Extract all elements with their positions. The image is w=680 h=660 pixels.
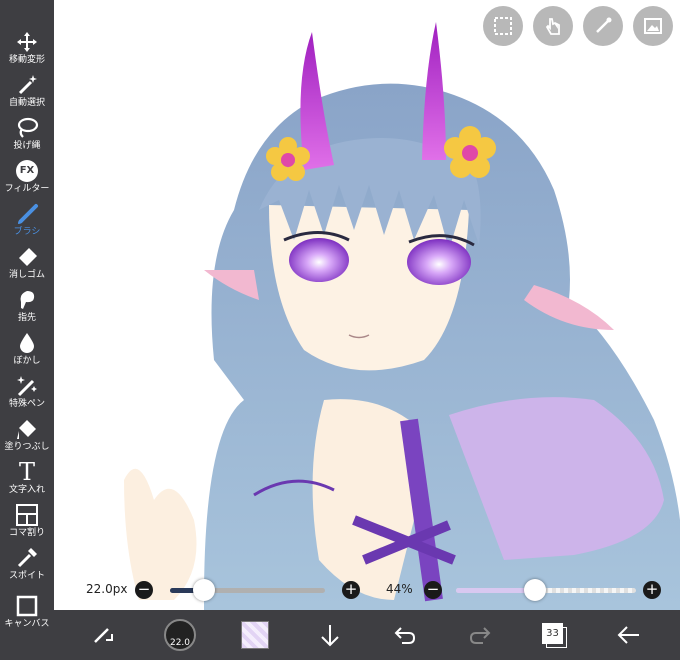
filter-fx-icon: FX bbox=[14, 159, 40, 183]
tool-label: スポイト bbox=[8, 571, 45, 581]
minus-icon: − bbox=[426, 580, 440, 598]
gesture-hand-icon bbox=[545, 18, 560, 35]
move-icon bbox=[14, 30, 40, 54]
selection-button[interactable] bbox=[483, 6, 523, 46]
tool-label: 消しゴム bbox=[8, 270, 45, 280]
fx-badge: FX bbox=[16, 160, 38, 182]
tool-label: ぼかし bbox=[13, 356, 41, 366]
brush-size-decrease-button[interactable]: − bbox=[135, 581, 153, 599]
material-button[interactable] bbox=[633, 6, 673, 46]
ruler-button[interactable] bbox=[583, 6, 623, 46]
redo-button[interactable] bbox=[455, 610, 505, 660]
tool-fill[interactable]: 塗りつぶし bbox=[0, 417, 54, 459]
brush-size-badge: 22.0 bbox=[169, 638, 191, 648]
opacity-increase-button[interactable]: + bbox=[643, 581, 661, 599]
brush-size-icon: 22.0 bbox=[164, 619, 196, 651]
brush-icon bbox=[14, 202, 40, 226]
tool-sidebar: 移動変形 自動選択 投げ縄 FX フィルター ブラシ 消しゴム 指先 ぼかし 特… bbox=[0, 0, 54, 660]
eraser-icon bbox=[14, 245, 40, 269]
tool-canvas[interactable]: キャンバス bbox=[0, 594, 54, 636]
tool-blur[interactable]: ぼかし bbox=[0, 331, 54, 373]
plus-icon: + bbox=[645, 580, 659, 598]
download-button[interactable] bbox=[305, 610, 355, 660]
tool-label: 移動変形 bbox=[8, 55, 45, 65]
tool-special-pen[interactable]: 特殊ペン bbox=[0, 374, 54, 416]
tool-label: 塗りつぶし bbox=[4, 442, 50, 452]
tool-finger[interactable]: 指先 bbox=[0, 288, 54, 330]
fill-bucket-icon bbox=[14, 417, 40, 441]
tool-filter[interactable]: FX フィルター bbox=[0, 159, 54, 201]
undo-icon bbox=[394, 627, 416, 644]
artwork-illustration bbox=[124, 22, 680, 610]
tool-label: 自動選択 bbox=[8, 98, 45, 108]
special-pen-icon bbox=[14, 374, 40, 398]
back-button[interactable] bbox=[604, 610, 654, 660]
tool-brush[interactable]: ブラシ bbox=[0, 202, 54, 244]
blur-drop-icon bbox=[14, 331, 40, 355]
text-glyph: T bbox=[18, 458, 35, 486]
brush-size-value: 22.0px bbox=[86, 582, 128, 596]
tool-label: フィルター bbox=[4, 184, 50, 194]
tool-label: ブラシ bbox=[13, 227, 41, 237]
tool-lasso[interactable]: 投げ縄 bbox=[0, 116, 54, 158]
brush-size-thumb[interactable] bbox=[193, 579, 216, 601]
tool-label: コマ割り bbox=[8, 528, 45, 538]
tool-move-transform[interactable]: 移動変形 bbox=[0, 30, 54, 72]
brush-size-increase-button[interactable]: + bbox=[342, 581, 360, 599]
color-swatch-icon bbox=[241, 621, 269, 649]
undo-button[interactable] bbox=[380, 610, 430, 660]
eyedropper-icon bbox=[14, 546, 40, 570]
plus-icon: + bbox=[344, 580, 358, 598]
back-arrow-icon bbox=[617, 626, 639, 644]
minus-icon: − bbox=[137, 580, 151, 598]
color-button[interactable] bbox=[230, 610, 280, 660]
material-image-icon bbox=[644, 18, 662, 34]
tool-frame-divider[interactable]: コマ割り bbox=[0, 503, 54, 545]
lasso-icon bbox=[14, 116, 40, 140]
text-icon: T bbox=[14, 460, 40, 484]
tool-eraser[interactable]: 消しゴム bbox=[0, 245, 54, 287]
layers-icon: 33 bbox=[541, 622, 567, 648]
brush-size-button[interactable]: 22.0 bbox=[155, 610, 205, 660]
bottom-toolbar: 22.0 33 bbox=[54, 610, 680, 660]
ruler-icon bbox=[596, 17, 612, 33]
finger-smudge-icon bbox=[14, 288, 40, 312]
layers-button[interactable]: 33 bbox=[529, 610, 579, 660]
frame-divider-icon bbox=[14, 503, 40, 527]
redo-icon bbox=[469, 627, 491, 644]
transform-switch-icon bbox=[94, 628, 113, 643]
opacity-decrease-button[interactable]: − bbox=[424, 581, 442, 599]
tool-label: 文字入れ bbox=[8, 485, 45, 495]
canvas-icon bbox=[14, 594, 40, 618]
magic-wand-icon bbox=[14, 73, 40, 97]
download-icon bbox=[321, 625, 339, 647]
layer-count: 33 bbox=[542, 623, 563, 644]
tool-label: 指先 bbox=[17, 313, 36, 323]
tool-eyedropper[interactable]: スポイト bbox=[0, 546, 54, 588]
opacity-value: 44% bbox=[386, 582, 413, 596]
gesture-button[interactable] bbox=[533, 6, 573, 46]
tool-label: 特殊ペン bbox=[8, 399, 45, 409]
tool-text[interactable]: T 文字入れ bbox=[0, 460, 54, 502]
tool-label: 投げ縄 bbox=[13, 141, 41, 151]
transform-switch-button[interactable] bbox=[78, 610, 128, 660]
selection-icon bbox=[494, 17, 512, 35]
opacity-slider[interactable] bbox=[456, 588, 636, 593]
drawing-canvas[interactable] bbox=[54, 0, 680, 610]
tool-label: キャンバス bbox=[4, 619, 50, 629]
tool-auto-select[interactable]: 自動選択 bbox=[0, 73, 54, 115]
